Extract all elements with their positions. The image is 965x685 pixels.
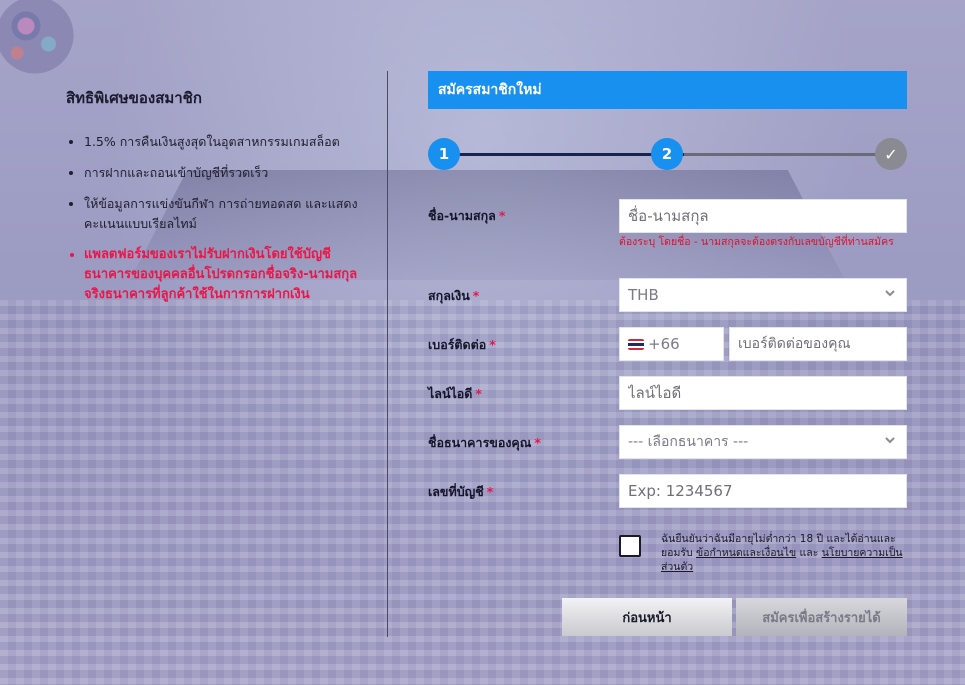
step-remaining-line: [684, 153, 878, 156]
fullname-input[interactable]: [619, 199, 907, 233]
account-label: เลขที่บัญชี *: [428, 484, 494, 499]
account-input[interactable]: [619, 474, 907, 508]
panel-divider: [387, 71, 388, 637]
phone-input[interactable]: [729, 327, 907, 361]
line-id-label: ไลน์ไอดี *: [428, 386, 482, 401]
thailand-flag-icon: [628, 338, 644, 350]
benefit-item: ให้ข้อมูลการแข่งขันกีฬา การถ่ายทอดสด และ…: [84, 194, 376, 234]
age-terms-checkbox[interactable]: [619, 535, 641, 557]
currency-label: สกุลเงิน *: [428, 288, 480, 303]
line-id-input[interactable]: [619, 376, 907, 410]
background-decoration: [0, 0, 80, 80]
benefit-warning: แพลตฟอร์มของเราไม่รับฝากเงินโดยใช้บัญชีธ…: [84, 245, 376, 305]
submit-button[interactable]: สมัครเพื่อสร้างรายได้: [736, 598, 907, 636]
bank-label: ชื่อธนาคารของคุณ *: [428, 435, 541, 450]
terms-text: ฉันยืนยันว่าฉันมีอายุไม่ต่ำกว่า 18 ปี แล…: [661, 533, 903, 573]
fullname-label: ชื่อ-นามสกุล *: [428, 208, 506, 223]
step-complete-check-icon: ✓: [875, 138, 907, 170]
step-1: 1: [428, 138, 460, 170]
benefit-item: การฝากและถอนเข้าบัญชีที่รวดเร็ว: [84, 163, 376, 183]
terms-link[interactable]: ข้อกำหนดและเงื่อนไข: [696, 547, 796, 559]
step-2: 2: [651, 138, 683, 170]
currency-select[interactable]: THB: [619, 278, 907, 312]
benefits-list: 1.5% การคืนเงินสูงสุดในอุตสาหกรรมเกมสล็อ…: [66, 132, 376, 305]
benefits-title: สิทธิพิเศษของสมาชิก: [66, 89, 202, 107]
benefits-panel: สิทธิพิเศษของสมาชิก 1.5% การคืนเงินสูงสุ…: [66, 86, 376, 316]
chevron-down-icon: [884, 434, 898, 448]
country-code-select[interactable]: +66: [619, 327, 724, 361]
form-title: สมัครสมาชิกใหม่: [428, 71, 907, 109]
benefit-item: 1.5% การคืนเงินสูงสุดในอุตสาหกรรมเกมสล็อ…: [84, 132, 376, 152]
step-indicator: 1 2 ✓: [428, 138, 907, 172]
phone-label: เบอร์ติดต่อ *: [428, 337, 496, 352]
fullname-error: ต้องระบุ โดยชื่อ - นามสกุลจะต้องตรงกับเล…: [619, 236, 894, 248]
back-button[interactable]: ก่อนหน้า: [562, 598, 732, 636]
chevron-down-icon: [884, 287, 898, 301]
bank-select[interactable]: --- เลือกธนาคาร ---: [619, 425, 907, 459]
